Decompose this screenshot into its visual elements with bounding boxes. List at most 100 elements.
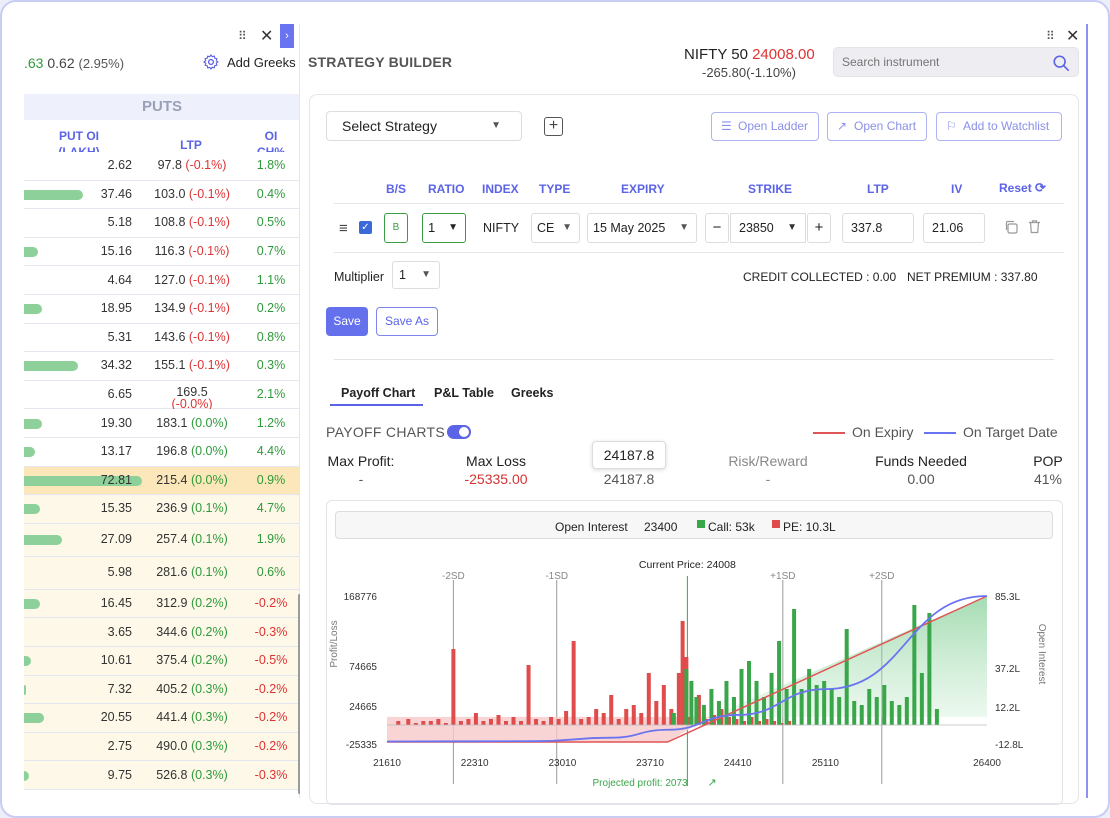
chevron-down-icon: ▼ [679,222,689,233]
table-row[interactable]: 10.61 375.4 (0.2%) -0.5% [24,647,299,676]
stat-value: 41% [1033,471,1063,487]
close-icon[interactable]: ✕ [260,26,273,46]
table-row[interactable]: 9.75 526.8 (0.3%) -0.3% [24,761,299,790]
table-row[interactable]: 13.17 196.8 (0.0%) 4.4% [24,438,299,467]
table-row[interactable]: 20.55 441.4 (0.3%) -0.2% [24,704,299,733]
oi-label: Open Interest [555,520,628,534]
ratio-select[interactable]: 1 ▼ [422,213,466,243]
close-icon[interactable]: ✕ [1066,26,1079,46]
legend-on-target-date[interactable]: On Target Date [963,424,1058,440]
iv-input[interactable]: 21.06 [923,213,985,243]
ltp-change: (0.0%) [190,444,228,459]
legend-on-expiry[interactable]: On Expiry [852,424,913,440]
th-type: TYPE [539,182,571,196]
table-row[interactable]: 16.45 312.9 (0.2%) -0.2% [24,589,299,619]
table-row[interactable]: 18.95 134.9 (-0.1%) 0.2% [24,295,299,324]
table-row[interactable]: 2.75 490.0 (0.3%) -0.2% [24,732,299,762]
drag-handle-icon[interactable]: ⠿ [238,29,247,43]
table-row[interactable]: 15.16 116.3 (-0.1%) 0.7% [24,237,299,267]
open-chart-button[interactable]: ↗ Open Chart [827,112,927,141]
page-title: STRATEGY BUILDER [308,54,453,70]
ltp-value: 183.1 [156,415,188,430]
table-row[interactable]: 27.09 257.4 (0.1%) 1.9% [24,523,299,557]
bookmark-icon: ⚐ [946,119,957,133]
search-box[interactable] [833,47,1079,77]
strike-select[interactable]: 23850 ▼ [730,213,806,243]
put-oi-bar [661,685,666,725]
add-leg-button[interactable]: + [544,117,563,136]
strike-value: 23850 [739,221,774,235]
table-row[interactable]: 37.46 103.0 (-0.1%) 0.4% [24,180,299,210]
oi-change-value: 1.9% [256,532,286,547]
open-interest-bar: Open Interest 23400 Call: 53k PE: 10.3L [335,511,1053,539]
gear-icon[interactable] [202,53,220,71]
oi-bar [24,189,83,200]
ltp-change: (-0.1%) [188,358,230,373]
expiry-select[interactable]: 15 May 2025 ▼ [587,213,697,243]
trash-icon[interactable] [1028,219,1041,234]
type-select[interactable]: CE ▼ [531,213,580,243]
buy-sell-toggle[interactable]: B [384,213,408,243]
multiplier-select[interactable]: 1 ▼ [392,261,440,289]
search-icon[interactable] [1052,54,1070,72]
col-ltp[interactable]: LTP [164,137,218,153]
put-oi-value: 5.31 [107,329,132,344]
table-row[interactable]: 72.81 215.4 (0.0%) 0.9% [24,466,299,496]
add-greeks-button[interactable]: Add Greeks [227,55,296,70]
leg-checkbox[interactable]: ✓ [359,221,372,234]
add-to-watchlist-button[interactable]: ⚐ Add to Watchlist [936,112,1062,141]
table-row[interactable]: 3.65 344.6 (0.2%) -0.3% [24,618,299,647]
call-oi-bar [934,709,939,725]
select-strategy-dropdown[interactable]: Select Strategy ▼ [326,111,522,141]
search-input[interactable] [842,55,1042,69]
payoff-charts-toggle[interactable] [447,425,471,439]
table-row[interactable]: 5.31 143.6 (-0.1%) 0.8% [24,323,299,353]
table-row[interactable]: 5.98 281.6 (0.1%) 0.6% [24,556,299,590]
tab-greeks[interactable]: Greeks [511,386,553,400]
table-row[interactable]: 2.62 97.8 (-0.1%) 1.8% [24,152,299,181]
put-oi-value: 15.35 [100,501,132,516]
call-oi-bar [912,605,917,725]
call-oi-bar [694,697,699,725]
drag-handle-icon[interactable]: ⠿ [1046,29,1055,43]
ltp-change: (0.3%) [190,739,228,754]
table-row[interactable]: 7.32 405.2 (0.3%) -0.2% [24,675,299,705]
app-frame: ⠿ ✕ › .63 0.62 (2.95%) Add Greeks PUTS P… [0,0,1110,818]
put-oi-bar [541,721,546,725]
ltp-cell: 312.9 (0.2%) [142,596,242,610]
payoff-chart-svg[interactable]: Current Price: 24008 -2SD -1SD +1SD +2SD 1687… [327,544,1063,805]
puts-section-title: PUTS [24,94,299,120]
reset-button[interactable]: Reset ⟳ [999,180,1046,196]
table-row[interactable]: 4.64 127.0 (-0.1%) 1.1% [24,266,299,295]
open-ladder-button[interactable]: ☰ Open Ladder [711,112,819,141]
table-row[interactable]: 19.30 183.1 (0.0%) 1.2% [24,409,299,438]
option-chain-panel: ⠿ ✕ › .63 0.62 (2.95%) Add Greeks PUTS P… [24,24,300,798]
save-as-button[interactable]: Save As [376,307,438,336]
ltp-cell: 236.9 (0.1%) [142,501,242,515]
call-oi-bar [874,697,879,725]
oi-change-value: 4.4% [256,444,286,459]
tab-pl-table[interactable]: P&L Table [434,386,494,400]
ltp-change: (-0.1%) [188,329,230,344]
col-put-oi-line1: PUT OI [58,129,99,143]
drag-menu-icon[interactable]: ≡ [339,220,348,237]
tab-payoff-chart[interactable]: Payoff Chart [341,386,415,400]
oi-bar [24,713,45,724]
divider [334,359,1054,360]
put-oi-value: 2.75 [107,739,132,754]
ltp-value: 155.1 [154,358,186,373]
chevron-right-icon[interactable]: › [280,24,294,48]
table-row[interactable]: 34.32 155.1 (-0.1%) 0.3% [24,352,299,381]
multiplier-label: Multiplier [334,270,385,284]
copy-icon[interactable] [1004,220,1018,234]
strike-increment-button[interactable]: + [807,213,831,243]
table-row[interactable]: 6.65 169.5 (-0.0%) 2.1% [24,380,299,410]
table-row[interactable]: 15.35 236.9 (0.1%) 4.7% [24,495,299,524]
call-oi-bar [724,681,729,725]
call-oi-bar [852,701,857,725]
strike-decrement-button[interactable]: − [705,213,729,243]
save-button[interactable]: Save [326,307,368,336]
ltp-input[interactable]: 337.8 [842,213,914,243]
table-row[interactable]: 5.18 108.8 (-0.1%) 0.5% [24,209,299,238]
ltp-cell: 97.8 (-0.1%) [142,158,242,172]
